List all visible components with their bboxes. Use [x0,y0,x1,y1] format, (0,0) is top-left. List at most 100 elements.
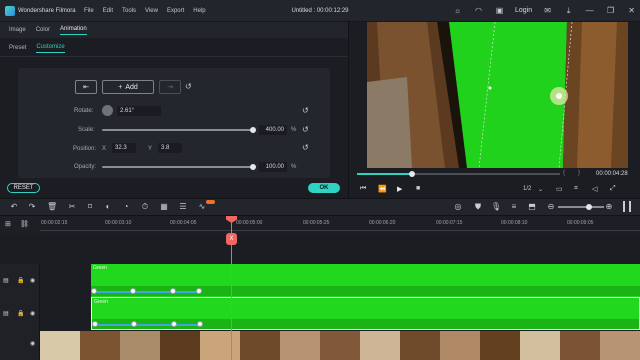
position-y-label: Y [148,146,153,152]
position-x-input[interactable]: 32.3 [112,143,136,153]
zoom-out-icon[interactable]: ⊖ [546,202,556,212]
reset-rotate-icon[interactable]: ↺ [302,106,309,115]
lock-icon[interactable]: 🔒 [17,310,24,317]
cut-icon[interactable]: ✂ [67,202,77,212]
render-icon[interactable]: ◎ [453,202,463,212]
position-x-label: X [102,146,107,152]
crop-icon[interactable]: ⌑ [85,202,95,212]
keyframe-point[interactable] [91,288,97,294]
ok-button[interactable]: OK [308,183,340,193]
tab-customize[interactable]: Customize [36,44,65,53]
green-screen-icon[interactable]: ▦ [159,202,169,212]
reset-position-icon[interactable]: ↺ [302,143,309,152]
tab-animation[interactable]: Animation [60,26,87,35]
playback-progress-fill [357,173,412,175]
mic-icon[interactable]: 🎙 [491,202,501,212]
panel-divider [348,22,349,198]
title-bar-actions: ☼ ◠ ▣ Login ✉ ⤓ — ❐ ✕ [452,5,637,16]
clip-label: Green [93,265,107,271]
login-button[interactable]: Login [515,7,532,14]
current-time: 00:00:04:28 [596,171,628,177]
playback-knob[interactable] [408,171,415,177]
add-keyframe-button[interactable]: + Add [102,80,154,94]
keyframe-point[interactable] [171,321,177,327]
reset-scale-icon[interactable]: ↺ [302,125,309,134]
volume-icon[interactable]: ◁ [592,185,597,193]
step-back-icon[interactable]: ⏮ [360,185,366,193]
gift-icon[interactable]: ▣ [494,5,505,16]
speed-icon[interactable]: ◔ [121,202,131,212]
video-preview[interactable] [367,21,628,169]
pause-icon[interactable] [623,201,631,212]
color-icon[interactable]: ◐ [103,202,113,212]
opacity-input[interactable]: 100.00 [259,162,287,172]
lock-icon[interactable]: 🔒 [17,277,24,284]
redo-icon[interactable]: ↷ [27,202,37,212]
minimize-icon[interactable]: — [584,5,595,16]
add-track-icon[interactable]: ⊞ [5,220,11,228]
list-icon[interactable]: ≡ [509,202,519,212]
scale-slider[interactable] [102,129,253,131]
tab-image[interactable]: Image [9,27,26,33]
zoom-slider-knob[interactable] [586,204,592,210]
track-header: ▤ 🔒 ◉ [0,264,40,298]
snapshot-icon[interactable]: ⌗ [574,185,578,193]
ruler-tick: 00:00:05:25 [303,220,330,226]
opacity-slider[interactable] [102,166,253,168]
scale-unit: % [291,127,297,133]
rotate-input[interactable]: 2.61° [117,106,161,116]
mail-icon[interactable]: ✉ [542,5,553,16]
shield-icon[interactable]: ⛊ [473,202,483,212]
keyframe-point[interactable] [170,288,176,294]
link-icon[interactable]: ⛓ [20,220,29,228]
zoom-in-icon[interactable]: ⊕ [604,202,614,212]
keyframe-point[interactable] [131,321,137,327]
eye-icon[interactable]: ◉ [30,277,35,284]
reset-keyframes-icon[interactable]: ↺ [185,82,192,91]
keyframe-point[interactable] [197,321,203,327]
timeline-clip-selected[interactable]: Green [91,297,640,330]
frame-back-icon[interactable]: ⏪ [378,185,387,193]
keyframe-point[interactable] [92,321,98,327]
keyframe-point[interactable] [196,288,202,294]
eye-icon[interactable]: ◉ [30,340,35,347]
reset-button[interactable]: RESET [7,183,40,193]
scale-slider-knob[interactable] [250,127,256,133]
next-keyframe-button[interactable]: ⇥ [159,80,181,94]
timer-icon[interactable]: ⏱ [140,202,150,212]
delete-icon[interactable]: 🗑 [47,202,57,212]
fullscreen-icon[interactable]: ⤢ [610,185,616,193]
download-icon[interactable]: ⤓ [563,5,574,16]
position-y-input[interactable]: 3.8 [158,143,182,153]
opacity-unit: % [291,164,297,170]
mark-in-icon[interactable]: { [563,170,565,176]
opacity-slider-knob[interactable] [250,164,256,170]
undo-icon[interactable]: ↶ [9,202,19,212]
playhead-marker[interactable]: X [226,233,237,245]
mark-out-icon[interactable]: } [578,170,580,176]
track-header: ◉ [0,330,40,360]
close-icon[interactable]: ✕ [626,5,637,16]
maximize-icon[interactable]: ❐ [605,5,616,16]
play-icon[interactable]: ▶ [397,185,402,193]
eye-icon[interactable]: ◉ [30,310,35,317]
display-icon[interactable]: ▭ [556,185,563,193]
rotate-dial[interactable] [102,105,113,116]
snapshot-marker-icon[interactable]: ⬒ [527,202,537,212]
tab-color[interactable]: Color [36,27,50,33]
prev-keyframe-button[interactable]: ⇤ [75,80,97,94]
audio-wave-icon[interactable]: ∿ [197,202,207,212]
stop-icon[interactable]: ■ [416,185,420,192]
video-clip[interactable]: video [40,331,640,360]
adjust-icon[interactable]: ☰ [178,202,188,212]
keyframe-point[interactable] [130,288,136,294]
headset-icon[interactable]: ◠ [473,5,484,16]
bulb-icon[interactable]: ☼ [452,5,463,16]
scale-input[interactable]: 400.00 [259,125,287,135]
keyframe-path [97,324,201,326]
preview-quality[interactable]: 1/2 [523,186,531,192]
tab-preset[interactable]: Preset [9,45,26,51]
zoom-slider[interactable] [558,206,604,208]
timeline-clip[interactable]: Green [91,264,640,297]
chevron-down-icon[interactable]: ⌄ [538,186,543,193]
